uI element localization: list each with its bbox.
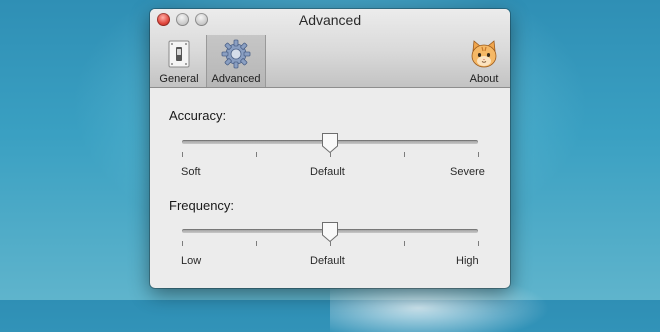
gear-icon bbox=[221, 39, 251, 69]
toolbar-item-label: General bbox=[159, 73, 199, 85]
toolbar-item-label: About bbox=[469, 73, 499, 85]
accuracy-slider[interactable] bbox=[180, 130, 480, 157]
accuracy-min-label: Soft bbox=[181, 166, 201, 178]
frequency-mid-label: Default bbox=[310, 255, 345, 267]
frequency-max-label: High bbox=[456, 255, 479, 267]
window-title: Advanced bbox=[298, 12, 362, 28]
slider-tick bbox=[330, 152, 331, 157]
switch-icon bbox=[168, 40, 190, 68]
frequency-slider[interactable] bbox=[180, 219, 480, 246]
slider-tick bbox=[256, 241, 257, 246]
slider-tick bbox=[478, 241, 479, 246]
frequency-min-label: Low bbox=[181, 255, 202, 267]
accuracy-label: Accuracy: bbox=[169, 108, 227, 123]
slider-tick bbox=[330, 241, 331, 246]
toolbar-item-label: Advanced bbox=[211, 73, 261, 85]
accuracy-mid-label: Default bbox=[310, 166, 345, 178]
preferences-window: Advanced General Advanced About Accuracy… bbox=[150, 9, 510, 288]
slider-tick bbox=[182, 241, 183, 246]
slider-knob[interactable] bbox=[321, 132, 339, 154]
toolbar-item-advanced[interactable]: Advanced bbox=[206, 35, 266, 87]
preferences-content: Accuracy: Soft Default Severe Frequency:… bbox=[150, 88, 510, 288]
slider-tick bbox=[404, 241, 405, 246]
slider-tick bbox=[404, 152, 405, 157]
slider-tick bbox=[256, 152, 257, 157]
slider-tick bbox=[478, 152, 479, 157]
toolbar-item-about[interactable]: About bbox=[459, 35, 509, 87]
cat-icon bbox=[471, 40, 497, 68]
slider-knob[interactable] bbox=[321, 221, 339, 243]
window-toolbar: Advanced General Advanced About bbox=[150, 9, 510, 88]
accuracy-max-label: Severe bbox=[450, 166, 485, 178]
frequency-label: Frequency: bbox=[169, 198, 235, 213]
slider-tick bbox=[182, 152, 183, 157]
toolbar-item-general[interactable]: General bbox=[154, 35, 204, 87]
